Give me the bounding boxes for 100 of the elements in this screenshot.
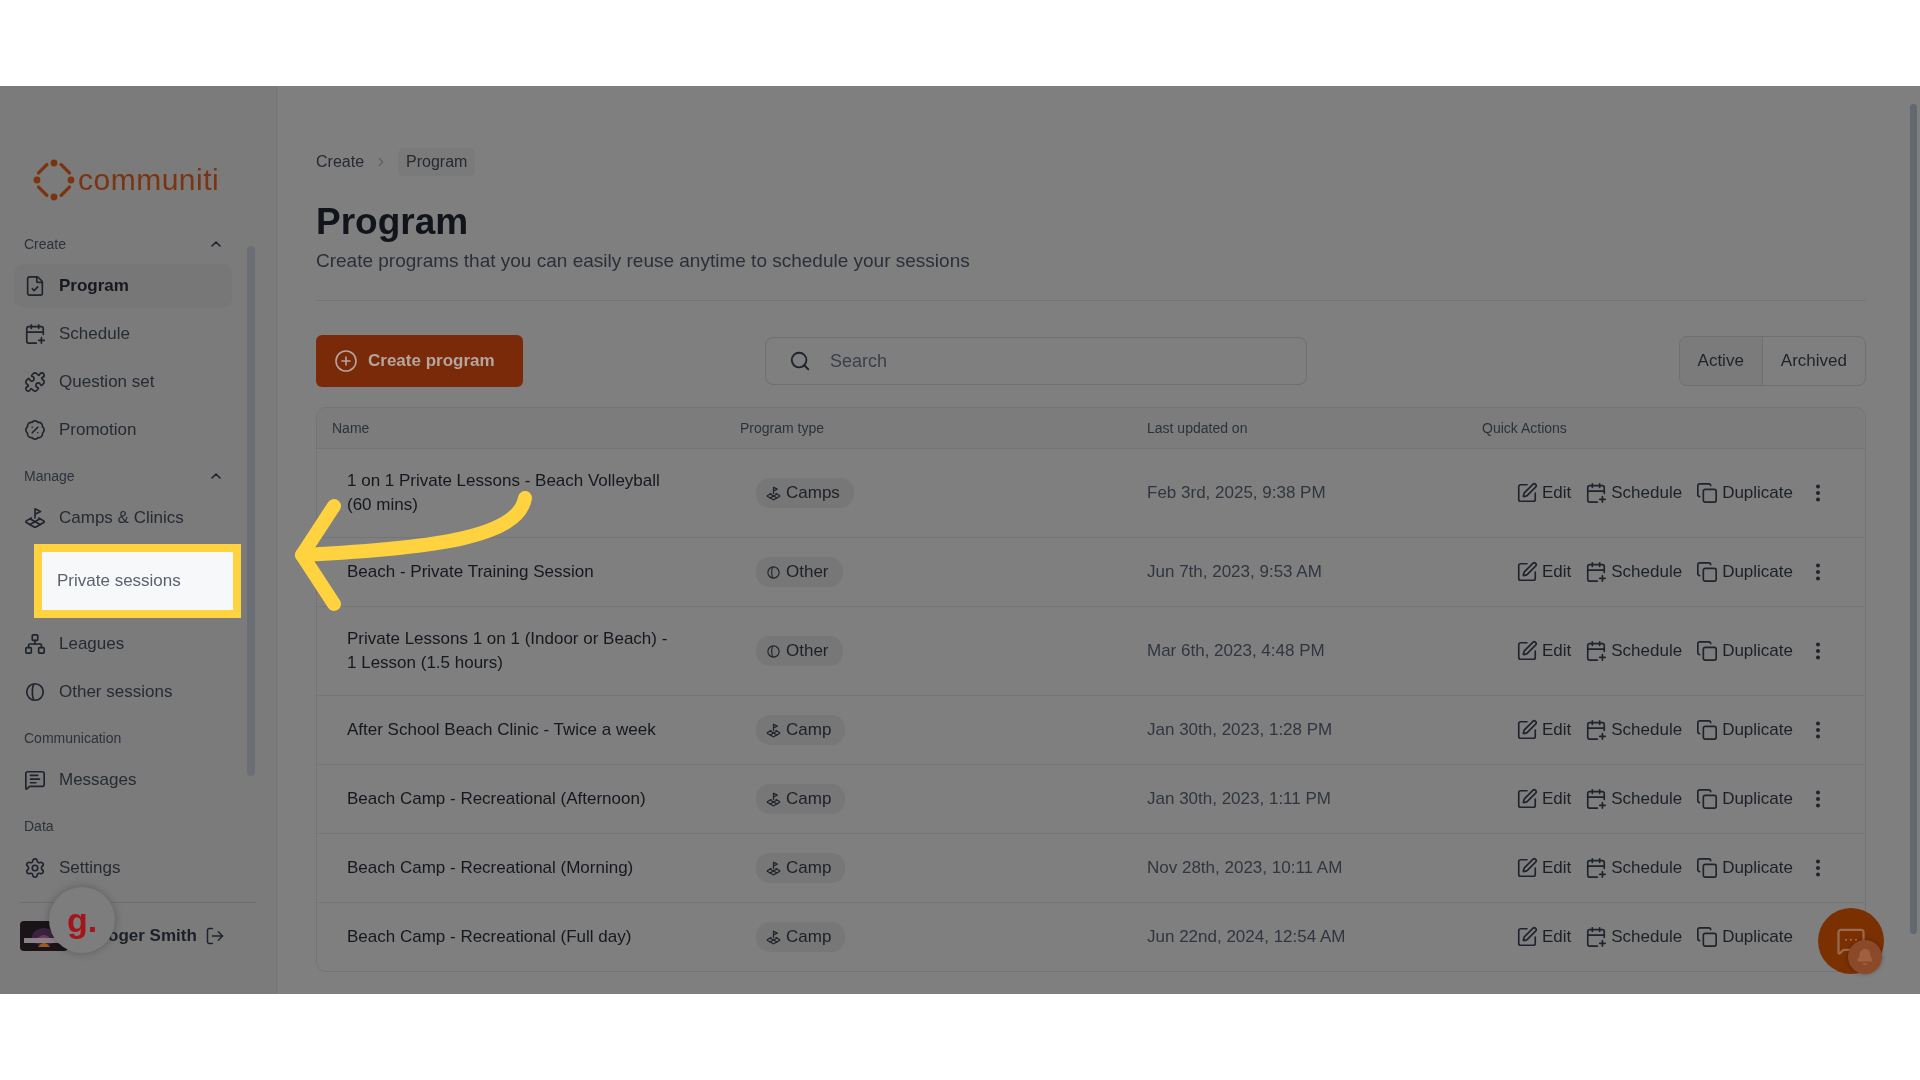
message-icon (24, 769, 46, 791)
program-name: 1 on 1 Private Lessons - Beach Volleyball (60 mins) (346, 470, 661, 516)
updated-date: Mar 6th, 2023, 4:48 PM (1146, 641, 1326, 661)
action-link[interactable]: Duplicate (1696, 857, 1793, 879)
copy-icon (1696, 640, 1719, 662)
program-type-tag: Other (756, 557, 843, 587)
logo-text: communiti (78, 163, 220, 197)
calendar-plus-icon (1585, 788, 1608, 810)
action-link[interactable]: Schedule (1585, 719, 1683, 741)
program-name: Beach - Private Training Session (346, 561, 595, 583)
copy-icon (1696, 926, 1719, 948)
edit-icon (1515, 788, 1538, 810)
section-title: Communication (24, 730, 122, 746)
copy-icon (1696, 561, 1719, 583)
scrollbar-thumb[interactable] (1909, 104, 1917, 934)
action-link[interactable]: Schedule (1585, 482, 1683, 504)
flag-icon (766, 722, 781, 738)
action-link[interactable]: Schedule (1585, 561, 1683, 583)
calendar-plus-icon (24, 323, 46, 345)
updated-date: Jan 30th, 2023, 1:11 PM (1146, 789, 1332, 809)
updated-date: Jun 22nd, 2024, 12:54 AM (1146, 927, 1347, 947)
action-link[interactable]: Duplicate (1696, 926, 1793, 948)
search-field[interactable]: Search (765, 337, 1307, 385)
percent-icon (24, 419, 46, 441)
action-link[interactable]: Edit (1515, 788, 1572, 810)
half-circle-icon (766, 564, 781, 580)
action-link[interactable]: Schedule (1585, 640, 1683, 662)
action-link[interactable]: Duplicate (1696, 482, 1793, 504)
sidebar-item[interactable]: Messages (14, 758, 232, 802)
logo-ring-icon (32, 158, 76, 202)
action-link[interactable]: Edit (1515, 482, 1572, 504)
action-link[interactable]: Schedule (1585, 857, 1683, 879)
edit-icon (1515, 561, 1538, 583)
calendar-plus-icon (1585, 857, 1608, 879)
program-type-tag: Camp (756, 922, 846, 952)
sidebar-item[interactable]: Settings (14, 846, 232, 890)
filter-tab[interactable]: Active (1679, 337, 1762, 385)
page-subtitle: Create programs that you can easily reuse anytime to schedule your sessions (316, 250, 971, 272)
sidebar-item[interactable]: Leagues (14, 622, 232, 666)
column-header: Quick Actions (1481, 420, 1568, 436)
flag-icon (766, 485, 781, 501)
action-link[interactable]: Duplicate (1696, 640, 1793, 662)
sidebar-item[interactable]: Program (14, 264, 232, 308)
action-link[interactable]: Duplicate (1696, 719, 1793, 741)
filter-tab[interactable]: Archived (1761, 337, 1865, 385)
copy-icon (1696, 857, 1719, 879)
calendar-plus-icon (1585, 926, 1608, 948)
sidebar-item[interactable]: Question set (14, 360, 232, 404)
flag-icon (24, 507, 46, 529)
section-title: Data (24, 818, 54, 834)
action-link[interactable]: Edit (1515, 926, 1572, 948)
updated-date: Feb 3rd, 2025, 9:38 PM (1146, 483, 1327, 503)
column-header: Program type (739, 420, 826, 436)
program-name: Beach Camp - Recreational (Afternoon) (346, 788, 647, 810)
copy-icon (1696, 719, 1719, 741)
flag-icon (766, 791, 781, 807)
settings-icon (24, 857, 46, 879)
program-type-tag: Other (756, 636, 843, 666)
section-title: Create (24, 236, 67, 252)
page-title: Program (316, 201, 470, 243)
edit-icon (1515, 719, 1538, 741)
action-link[interactable]: Duplicate (1696, 561, 1793, 583)
action-link[interactable]: Schedule (1585, 788, 1683, 810)
action-link[interactable]: Edit (1515, 561, 1572, 583)
action-link[interactable]: Duplicate (1696, 788, 1793, 810)
logout-icon[interactable] (204, 926, 225, 946)
copy-icon (1696, 482, 1719, 504)
program-type-tag: Camp (756, 784, 846, 814)
sidebar-item[interactable]: Camps & Clinics (14, 496, 232, 540)
calendar-plus-icon (1585, 640, 1608, 662)
breadcrumb-link[interactable]: Program (398, 148, 476, 176)
document-check-icon (24, 275, 46, 297)
edit-icon (1515, 926, 1538, 948)
half-circle-icon (24, 681, 46, 703)
flag-icon (766, 929, 781, 945)
sidebar-item[interactable]: Promotion (14, 408, 232, 452)
sidebar-item[interactable]: Schedule (14, 312, 232, 356)
program-name: After School Beach Clinic - Twice a week (346, 719, 657, 741)
action-link[interactable]: Schedule (1585, 926, 1683, 948)
action-link[interactable]: Edit (1515, 640, 1572, 662)
column-header: Last updated on (1146, 420, 1249, 436)
sidebar-item[interactable]: Other sessions (14, 670, 232, 714)
program-type-tag: Camps (756, 478, 854, 508)
updated-date: Nov 28th, 2023, 10:11 AM (1146, 858, 1344, 878)
action-link[interactable]: Edit (1515, 719, 1572, 741)
edit-icon (1515, 482, 1538, 504)
column-header: Name (331, 420, 371, 436)
breadcrumb-link[interactable]: Create (316, 153, 365, 171)
program-type-tag: Camp (756, 715, 846, 745)
puzzle-icon (24, 371, 46, 393)
action-link[interactable]: Edit (1515, 857, 1572, 879)
calendar-plus-icon (1585, 719, 1608, 741)
updated-date: Jan 30th, 2023, 1:28 PM (1146, 720, 1334, 740)
create-program-button[interactable]: Create program (316, 335, 523, 387)
sidebar-item[interactable]: Private sessions (34, 544, 241, 618)
section-title: Manage (24, 468, 75, 484)
hierarchy-icon (24, 633, 46, 655)
program-name: Private Lessons 1 on 1 (Indoor or Beach) - 1 Lesson (1.5 hours) (346, 628, 669, 674)
edit-icon (1515, 640, 1538, 662)
program-name: Beach Camp - Recreational (Morning) (346, 857, 635, 879)
